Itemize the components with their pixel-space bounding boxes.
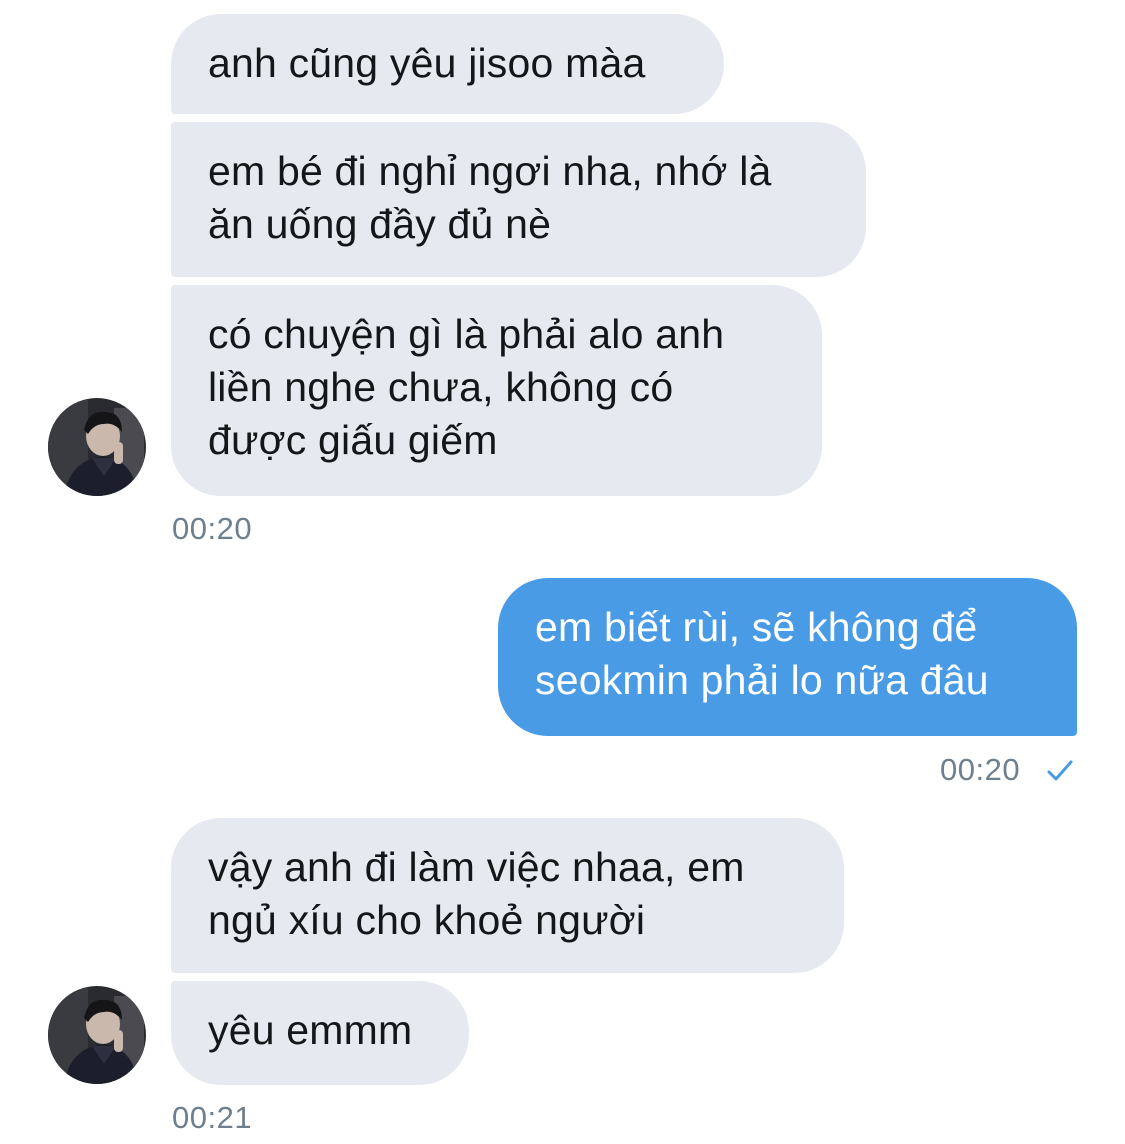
avatar-photo [48,986,146,1084]
incoming-message-bubble[interactable]: vậy anh đi làm việc nhaa, em ngủ xíu cho… [171,818,844,973]
incoming-message-bubble[interactable]: em bé đi nghỉ ngơi nha, nhớ là ăn uống đ… [171,122,866,277]
incoming-message-bubble[interactable]: có chuyện gì là phải alo anh liền nghe c… [171,285,822,496]
outgoing-message-bubble[interactable]: em biết rùi, sẽ không để seokmin phải lo… [498,578,1077,736]
message-timestamp: 00:20 [172,511,253,546]
contact-avatar[interactable] [48,986,146,1084]
incoming-message-bubble[interactable]: yêu emmm [171,981,469,1085]
contact-avatar[interactable] [48,398,146,496]
message-timestamp: 00:20 [940,752,1021,787]
checkmark-icon [1047,760,1073,781]
avatar-photo [48,398,146,496]
incoming-message-bubble[interactable]: anh cũng yêu jisoo màa [171,14,724,114]
message-timestamp: 00:21 [172,1100,253,1135]
